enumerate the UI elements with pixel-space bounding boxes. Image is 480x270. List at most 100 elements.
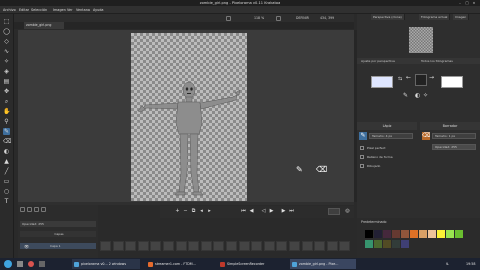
fps-field[interactable] [328,208,340,215]
prev-frame-icon[interactable]: ◀ [248,208,255,215]
timeline-cell[interactable] [213,241,225,251]
menu-editar[interactable]: Editar [19,8,29,12]
timeline-cell[interactable] [263,241,275,251]
timeline-cell[interactable] [200,241,212,251]
bucket-icon[interactable]: ◐ [3,148,10,155]
timeline-cell[interactable] [163,241,174,251]
next-frame-icon[interactable]: ▶ [280,208,287,215]
menu-seleccion[interactable]: Selección [31,8,47,12]
palette-swatch[interactable] [383,240,391,248]
right-tool-size-field[interactable]: Tamaño: 1 px [432,133,476,139]
tab-image[interactable]: Imagen [453,14,470,20]
polygon-select-icon[interactable]: ◇ [3,38,10,45]
mid-color-swatch[interactable] [415,74,427,86]
ellipse-select-icon[interactable]: ◯ [3,28,10,35]
lasso-icon[interactable]: ∿ [3,48,10,55]
tab-perspective[interactable]: Perspectiva (clone) [371,14,405,20]
timeline-cell[interactable] [137,241,149,251]
palette-swatch[interactable] [392,230,400,238]
palette-swatch[interactable] [437,230,445,238]
timeline-cell[interactable] [226,241,237,251]
visibility-icon[interactable]: 👁 [24,244,29,249]
start-menu-icon[interactable] [4,260,12,268]
zoom-icon[interactable]: ⌕ [3,98,10,105]
network-icon[interactable]: ⇅ [446,259,449,269]
menu-ver[interactable]: Ver [67,8,73,12]
frame-right-icon[interactable]: ▸ [206,208,213,215]
preview-mode-right[interactable]: Todos los fotogramas [421,58,453,64]
pencil-small-icon[interactable]: ✎ [403,92,408,99]
timeline-cell[interactable] [100,241,111,251]
timeline-cell[interactable] [150,241,162,251]
task-recorder[interactable]: SimpleScreenRecorder [218,259,284,269]
timeline-cell[interactable] [326,241,338,251]
palette-swatch[interactable] [455,230,463,238]
ellipse-icon[interactable]: ○ [3,188,10,195]
palette-swatch[interactable] [401,230,409,238]
frame-left-icon[interactable]: ◂ [198,208,205,215]
tab-document[interactable]: zombie_girl.png [24,22,64,29]
preview-mode-left[interactable]: Ajuste por perspectiva [361,58,395,64]
tab-current-frame[interactable]: Fotograma actual [419,14,451,20]
timeline-cell[interactable] [175,241,187,251]
shading-small-icon[interactable]: ✧ [423,92,428,99]
add-frame-icon[interactable]: + [174,208,181,215]
play-icon[interactable]: ▶ [268,208,275,215]
secondary-color-swatch[interactable] [441,76,463,88]
color-picker-icon[interactable]: ⚲ [3,118,10,125]
move-icon[interactable]: ✥ [3,88,10,95]
eraser-icon[interactable]: ⌫ [3,138,11,145]
timeline-cell[interactable] [238,241,250,251]
paint-select-icon[interactable]: ▤ [3,78,10,85]
shading-icon[interactable]: ▲ [3,158,10,165]
timeline-cell[interactable] [112,241,124,251]
palette-swatch[interactable] [374,240,382,248]
menu-ayuda[interactable]: Ayuda [93,8,103,12]
close-icon[interactable]: × [472,1,476,5]
timeline-cell[interactable] [251,241,263,251]
right-tool-opacity-field[interactable]: Opacidad: 255 [432,144,476,150]
terminal-icon[interactable] [39,261,45,267]
text-icon[interactable]: T [3,198,10,205]
minimize-icon[interactable]: – [458,1,462,5]
pencil-icon[interactable]: ✎ [3,128,10,135]
zoom-in-icon[interactable] [276,15,281,21]
timeline-cell[interactable] [301,241,313,251]
pixel-perfect-checkbox[interactable] [360,146,364,150]
zoom-out-icon[interactable] [226,15,231,21]
files-icon[interactable] [17,261,23,267]
palette-swatch[interactable] [428,230,436,238]
palette-swatch[interactable] [374,230,382,238]
palette-swatch[interactable] [410,230,418,238]
move-up-icon[interactable] [34,207,39,212]
timeline-cell[interactable] [188,241,200,251]
play-backwards-icon[interactable]: ◁ [260,208,267,215]
palette-swatch[interactable] [446,230,454,238]
palette-swatch[interactable] [365,240,373,248]
left-tool-size-field[interactable]: Tamaño: 4 px [369,133,413,139]
clone-frame-icon[interactable]: ⧉ [190,208,197,215]
move-down-icon[interactable] [41,207,46,212]
menu-imagen[interactable]: Imagen [53,8,66,12]
last-frame-icon[interactable]: ⏭ [288,208,295,215]
palette-swatch[interactable] [419,230,427,238]
arrow-left-icon[interactable]: ← [406,74,411,81]
pan-icon[interactable]: ✋ [3,108,10,115]
palette-swatch[interactable] [365,230,373,238]
remove-layer-icon[interactable] [27,207,32,212]
maximize-icon[interactable]: □ [465,1,469,5]
onion-skin-icon[interactable]: ◎ [344,208,351,215]
timeline-cell[interactable] [125,241,137,251]
drawing-checkbox[interactable] [360,164,364,168]
browser-icon[interactable] [28,261,34,267]
add-layer-icon[interactable] [20,207,25,212]
timeline-cell[interactable] [276,241,288,251]
layer-row[interactable]: Capa 1 [20,243,96,249]
line-icon[interactable]: ╱ [3,168,10,175]
remove-frame-icon[interactable]: − [182,208,189,215]
task-zombie-girl[interactable]: zombie_girl.png - Pixe... [290,259,356,269]
menu-archivo[interactable]: Archivo [3,8,16,12]
palette-swatch[interactable] [401,240,409,248]
bucket-small-icon[interactable]: ◐ [415,92,420,99]
arrow-right-icon[interactable]: → [429,74,434,81]
